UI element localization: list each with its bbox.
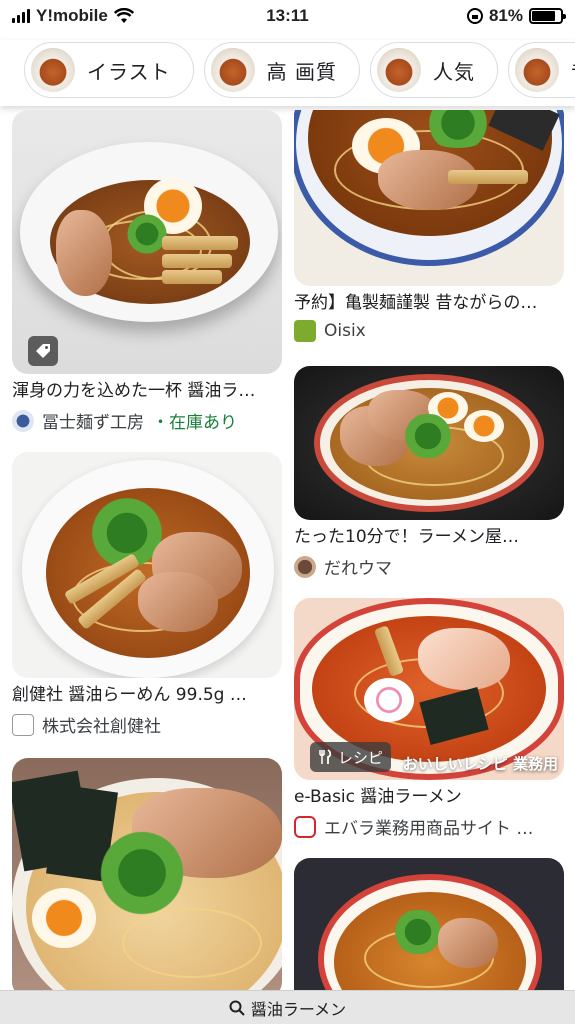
search-icon: [229, 1000, 245, 1016]
bottom-search-bar[interactable]: 醤油ラーメン: [0, 990, 575, 1024]
result-image[interactable]: [12, 758, 282, 998]
battery-icon: [529, 8, 566, 24]
site-favicon-icon: [294, 815, 316, 838]
result-source[interactable]: 冨士麺ず工房 ・在庫あり: [12, 408, 282, 433]
result-card[interactable]: 予約】亀製麺謹製 昔ながらの… Oisix: [294, 110, 564, 342]
result-image[interactable]: [294, 110, 564, 286]
result-card[interactable]: 創健社 醤油らーめん 99.5g … 株式会社創健社: [12, 452, 282, 737]
source-name: エバラ業務用商品サイト …: [324, 819, 534, 839]
rotation-lock-icon: [466, 8, 483, 24]
chip-popular[interactable]: 人気: [369, 42, 498, 98]
result-image[interactable]: [294, 858, 564, 1008]
site-favicon-icon: [294, 555, 316, 578]
site-favicon-icon: [294, 320, 316, 342]
chip-thumbnail: [31, 48, 75, 92]
result-title[interactable]: 渾身の力を込めた一杯 醤油ラ…: [12, 380, 282, 402]
chip-illustration[interactable]: イラスト: [24, 42, 194, 98]
chip-label: 昔: [571, 56, 575, 85]
fork-knife-icon: [319, 749, 332, 764]
result-card[interactable]: [12, 758, 282, 1004]
source-name: Oisix: [324, 321, 366, 341]
source-name: 冨士麺ず工房: [42, 413, 144, 433]
recipe-badge-label: レシピ: [338, 748, 384, 767]
result-image[interactable]: レシピ おいしいレシピ 業務用: [294, 598, 564, 780]
chip-label: 人気: [432, 59, 475, 84]
result-title[interactable]: 創健社 醤油らーめん 99.5g …: [12, 684, 282, 706]
source-name: 株式会社創健社: [42, 717, 161, 737]
result-card[interactable]: 渾身の力を込めた一杯 醤油ラ… 冨士麺ず工房 ・在庫あり: [12, 110, 282, 433]
chip-old[interactable]: 昔: [507, 42, 575, 98]
site-favicon-icon: [12, 409, 34, 432]
result-title[interactable]: 予約】亀製麺謹製 昔ながらの…: [294, 292, 564, 314]
stock-status: ・在庫あり: [152, 413, 237, 433]
status-bar: Y!mobile 13:11 81%: [0, 0, 575, 34]
battery-percent: 81%: [488, 6, 523, 25]
site-favicon-icon: [12, 713, 34, 736]
tag-icon: [36, 344, 50, 358]
result-source[interactable]: だれウマ: [294, 554, 564, 579]
result-title[interactable]: たった10分で！ラーメン屋…: [294, 526, 564, 548]
recipe-badge: レシピ: [310, 742, 392, 772]
chip-label: イラスト: [87, 59, 171, 84]
source-name: だれウマ: [324, 559, 392, 579]
chip-thumbnail: [210, 48, 255, 92]
chip-label: 高 画質: [266, 59, 337, 84]
search-query: 醤油ラーメン: [250, 999, 347, 1019]
filter-chips: イラスト 高 画質 人気 昔: [0, 40, 575, 106]
result-image[interactable]: [12, 110, 282, 374]
result-image[interactable]: [294, 366, 564, 520]
result-source[interactable]: 株式会社創健社: [12, 712, 282, 737]
chip-thumbnail: [376, 48, 421, 92]
result-title[interactable]: e-Basic 醤油ラーメン: [294, 786, 564, 808]
result-card[interactable]: レシピ おいしいレシピ 業務用 e-Basic 醤油ラーメン エバラ業務用商品サ…: [294, 598, 564, 839]
result-image[interactable]: [12, 452, 282, 678]
shopping-tag-badge: [28, 336, 58, 366]
chip-high-quality[interactable]: 高 画質: [203, 42, 360, 98]
chip-thumbnail: [514, 48, 559, 92]
image-overlay-text: おいしいレシピ 業務用: [402, 755, 558, 773]
result-card[interactable]: たった10分で！ラーメン屋… だれウマ: [294, 366, 564, 579]
result-source[interactable]: エバラ業務用商品サイト …: [294, 814, 564, 839]
result-source[interactable]: Oisix: [294, 320, 564, 342]
